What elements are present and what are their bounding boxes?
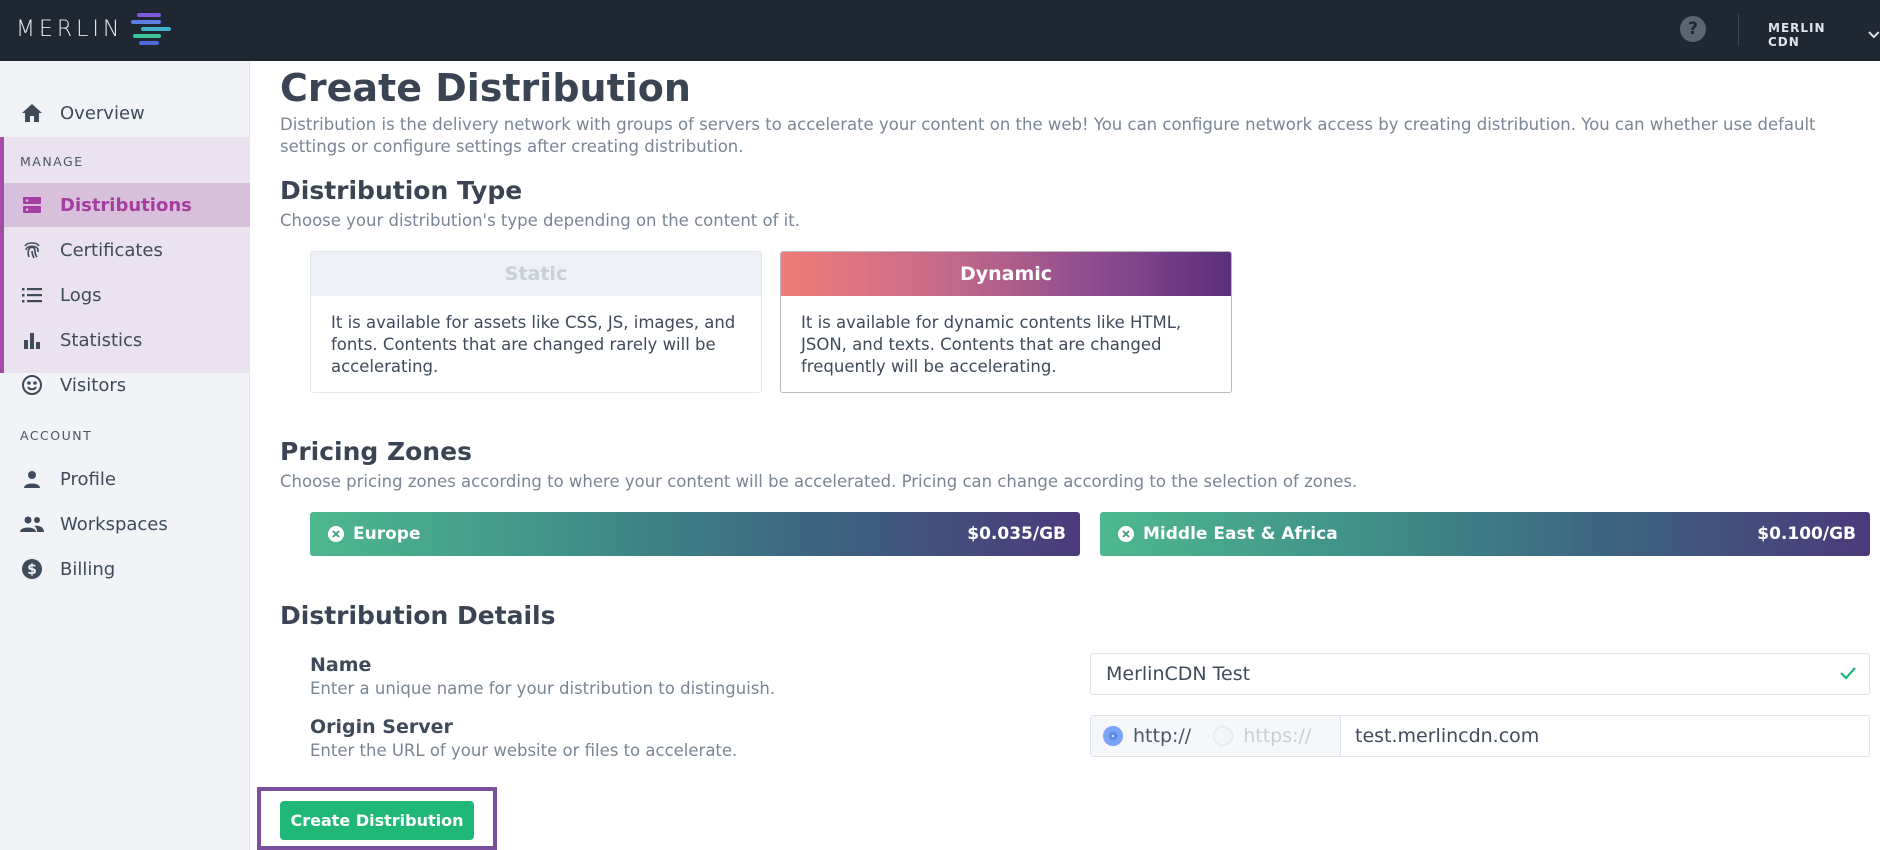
top-navbar: MERLIN ? MERLIN CDN	[0, 0, 1880, 61]
sidebar-item-overview[interactable]: Overview	[0, 91, 250, 135]
name-label: Name	[310, 654, 372, 676]
page-title: Create Distribution	[280, 66, 691, 110]
type-card-title: Dynamic	[781, 252, 1231, 296]
name-input-value: MerlinCDN Test	[1106, 663, 1251, 685]
page-description: Distribution is the delivery network wit…	[280, 115, 1816, 156]
section-title-pricing-zones: Pricing Zones	[280, 437, 472, 466]
section-subtitle-pricing-zones: Choose pricing zones according to where …	[280, 472, 1358, 491]
origin-server-help-text: Enter the URL of your website or files t…	[310, 741, 738, 760]
sidebar-item-label: Logs	[60, 284, 102, 306]
https-label[interactable]: https://	[1243, 725, 1311, 747]
distribution-name-input[interactable]: MerlinCDN Test	[1090, 653, 1870, 695]
account-menu[interactable]: MERLIN CDN	[1768, 21, 1880, 49]
sidebar: Overview MANAGE Distributions Certificat…	[0, 61, 250, 850]
section-label-manage: MANAGE	[20, 154, 84, 169]
name-help-text: Enter a unique name for your distributio…	[310, 679, 776, 698]
sidebar-item-statistics[interactable]: Statistics	[4, 318, 250, 362]
protocol-selector: http:// https://	[1091, 716, 1341, 756]
list-icon	[20, 283, 44, 307]
home-icon	[20, 101, 44, 125]
sidebar-item-distributions[interactable]: Distributions	[4, 183, 250, 227]
origin-server-field: http:// https:// test.merlincdn.com	[1090, 715, 1870, 757]
type-card-static[interactable]: Static It is available for assets like C…	[310, 251, 762, 393]
check-icon	[1840, 667, 1856, 680]
navbar-divider	[1738, 14, 1739, 46]
bar-chart-icon	[20, 328, 44, 352]
type-card-dynamic[interactable]: Dynamic It is available for dynamic cont…	[780, 251, 1232, 393]
chevron-down-icon	[1868, 31, 1880, 39]
sidebar-item-label: Overview	[60, 102, 145, 124]
section-title-distribution-type: Distribution Type	[280, 176, 523, 205]
sidebar-item-label: Billing	[60, 558, 116, 580]
account-label: MERLIN CDN	[1768, 21, 1826, 49]
fingerprint-icon	[20, 238, 44, 262]
remove-zone-icon[interactable]	[1118, 526, 1134, 542]
sidebar-item-visitors[interactable]: Visitors	[4, 363, 250, 407]
sidebar-item-label: Certificates	[60, 239, 163, 261]
sidebar-item-label: Visitors	[60, 374, 127, 396]
person-icon	[20, 467, 44, 491]
svg-text:$: $	[27, 562, 37, 578]
dollar-circle-icon: $	[20, 557, 44, 581]
section-label-account: ACCOUNT	[20, 428, 93, 443]
sidebar-item-label: Distributions	[60, 194, 192, 216]
help-icon[interactable]: ?	[1680, 16, 1706, 42]
create-distribution-button[interactable]: Create Distribution	[280, 801, 474, 840]
zone-name: Europe	[353, 524, 421, 544]
type-card-title: Static	[311, 252, 761, 296]
remove-zone-icon[interactable]	[328, 526, 344, 542]
http-radio[interactable]	[1103, 726, 1123, 746]
merlin-logo[interactable]: MERLIN	[16, 12, 173, 46]
logo-text: MERLIN	[16, 16, 124, 42]
logo-mark-icon	[131, 13, 172, 45]
sidebar-item-workspaces[interactable]: Workspaces	[0, 502, 250, 546]
type-card-body: It is available for assets like CSS, JS,…	[331, 313, 736, 376]
zone-price: $0.100/GB	[1757, 524, 1856, 544]
zone-price: $0.035/GB	[967, 524, 1066, 544]
section-subtitle-distribution-type: Choose your distribution's type dependin…	[280, 211, 800, 230]
section-title-distribution-details: Distribution Details	[280, 601, 556, 630]
sidebar-item-certificates[interactable]: Certificates	[4, 228, 250, 272]
sidebar-item-label: Profile	[60, 468, 116, 490]
sidebar-item-profile[interactable]: Profile	[0, 457, 250, 501]
sidebar-item-label: Statistics	[60, 329, 143, 351]
type-card-body: It is available for dynamic contents lik…	[801, 313, 1182, 376]
origin-url-input[interactable]: test.merlincdn.com	[1341, 716, 1869, 756]
origin-server-label: Origin Server	[310, 716, 453, 738]
zone-name: Middle East & Africa	[1143, 524, 1338, 544]
people-icon	[20, 512, 44, 536]
zone-chip-middle-east-africa[interactable]: Middle East & Africa $0.100/GB	[1100, 512, 1870, 556]
sidebar-item-logs[interactable]: Logs	[4, 273, 250, 317]
origin-url-value: test.merlincdn.com	[1355, 725, 1540, 747]
https-radio[interactable]	[1213, 726, 1234, 746]
smiley-icon	[20, 373, 44, 397]
sidebar-item-billing[interactable]: $ Billing	[0, 547, 250, 591]
http-label[interactable]: http://	[1133, 725, 1191, 747]
zone-chip-europe[interactable]: Europe $0.035/GB	[310, 512, 1080, 556]
sidebar-item-label: Workspaces	[60, 513, 168, 535]
server-icon	[20, 193, 44, 217]
